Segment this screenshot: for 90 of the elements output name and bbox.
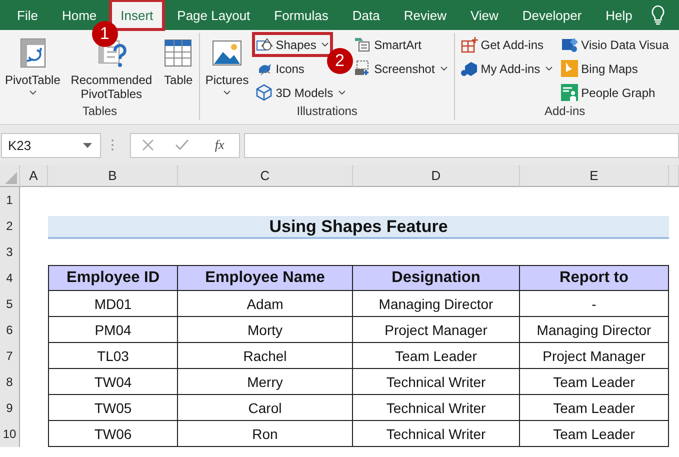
lightbulb-icon	[651, 5, 665, 25]
name-box[interactable]: K23	[1, 132, 101, 158]
table-cell: TL03	[48, 343, 178, 369]
group-label: Tables	[81, 104, 118, 120]
table-cell: Technical Writer	[353, 369, 520, 395]
table-cell: Project Manager	[353, 317, 520, 343]
ribbon-button[interactable]: 3D Models	[252, 81, 350, 104]
table-header-cell: Employee ID	[48, 265, 178, 291]
table-cell: Team Leader	[520, 369, 669, 395]
row-header[interactable]: 10	[0, 421, 20, 447]
cancel-icon	[142, 139, 154, 151]
ribbon-button[interactable]: PivotTable	[3, 33, 62, 104]
table-cell: TW05	[48, 395, 178, 421]
ribbon-tab[interactable]: Insert	[110, 0, 164, 30]
table-cell: -	[520, 291, 669, 317]
dropdown-icon	[83, 142, 92, 148]
ribbon-tab[interactable]: View	[459, 0, 510, 30]
ribbon-button[interactable]: People Graph	[558, 81, 658, 104]
table-cell: Team Leader	[520, 395, 669, 421]
row-header[interactable]: 8	[0, 369, 20, 395]
table-cell: Managing Director	[353, 291, 520, 317]
table-cell: MD01	[48, 291, 178, 317]
table-cell: Team Leader	[353, 343, 520, 369]
ribbon-button[interactable]: Screenshot	[351, 57, 451, 80]
cell-reference: K23	[8, 138, 32, 152]
row-header[interactable]: 9	[0, 395, 20, 421]
table-cell: Technical Writer	[353, 421, 520, 447]
column-header[interactable]: D	[353, 165, 520, 187]
ribbon-button[interactable]: Get Add-ins	[458, 33, 546, 56]
camera-icon	[354, 60, 372, 77]
ribbon-tab[interactable]: Help	[594, 0, 644, 30]
table-cell: TW04	[48, 369, 178, 395]
shapes-icon	[256, 36, 273, 53]
table-cell: PM04	[48, 317, 178, 343]
select-all-icon	[5, 172, 17, 184]
diamond-icon	[561, 36, 578, 53]
table-cell: Project Manager	[520, 343, 669, 369]
ribbon-tab[interactable]: Review	[392, 0, 458, 30]
row-header[interactable]: 5	[0, 291, 20, 317]
table-cell: Merry	[178, 369, 353, 395]
insert-function-button[interactable]: fx	[210, 137, 228, 153]
column-header[interactable]: E	[520, 165, 669, 187]
table-cell: TW06	[48, 421, 178, 447]
ribbon-button[interactable]: Visio Data Visua	[558, 33, 672, 56]
column-header[interactable]: B	[48, 165, 178, 187]
ribbon-button[interactable]: My Add-ins	[458, 57, 556, 80]
table-cell: Team Leader	[520, 421, 669, 447]
table-cell: Managing Director	[520, 317, 669, 343]
table-header-cell: Report to	[520, 265, 669, 291]
table-cell: Ron	[178, 421, 353, 447]
tile-icon	[561, 60, 578, 77]
ribbon-tab[interactable]: Formulas	[263, 0, 340, 30]
ribbon-tab[interactable]: Developer	[511, 0, 593, 30]
ribbon-button[interactable]: Bing Maps	[558, 57, 641, 80]
ribbon-button[interactable]: Icons	[252, 57, 308, 80]
ribbon-button[interactable]: Pictures	[203, 33, 251, 104]
ribbon-button[interactable]: Table	[160, 33, 196, 104]
table-icon	[162, 37, 194, 69]
table-cell: Technical Writer	[353, 395, 520, 421]
blocks-icon	[460, 60, 478, 77]
row-header[interactable]: 4	[0, 265, 20, 291]
table-cell: Carol	[178, 395, 353, 421]
table-cell: Morty	[178, 317, 353, 343]
column-header[interactable]	[669, 165, 679, 187]
formula-input[interactable]	[244, 132, 679, 158]
step-badge: 2	[326, 48, 353, 74]
ribbon-button[interactable]: SmartArt	[351, 33, 424, 56]
ribbon-tab[interactable]: File	[6, 0, 49, 30]
column-header[interactable]: C	[178, 165, 353, 187]
table-header-cell: Designation	[353, 265, 520, 291]
row-header[interactable]: 2	[0, 213, 20, 239]
table-cell: Adam	[178, 291, 353, 317]
grip-icon	[111, 139, 114, 151]
grid-plus-icon	[460, 36, 478, 53]
row-header[interactable]: 6	[0, 317, 20, 343]
row-header[interactable]: 1	[0, 187, 20, 213]
row-header[interactable]: 3	[0, 239, 20, 265]
check-icon	[175, 139, 190, 151]
sheet-title: Using Shapes Feature	[48, 216, 669, 239]
column-header[interactable]: A	[20, 165, 48, 187]
table-header-cell: Employee Name	[178, 265, 353, 291]
group-label: Add-ins	[543, 104, 586, 120]
row-header[interactable]: 7	[0, 343, 20, 369]
ribbon-tab[interactable]: Page Layout	[166, 0, 262, 30]
ribbon-tab[interactable]: Data	[341, 0, 391, 30]
diagram-icon	[354, 36, 372, 53]
group-label: Illustrations	[296, 104, 358, 120]
person-chart-icon	[561, 84, 578, 101]
table-cell: Rachel	[178, 343, 353, 369]
cube-icon	[256, 84, 273, 101]
